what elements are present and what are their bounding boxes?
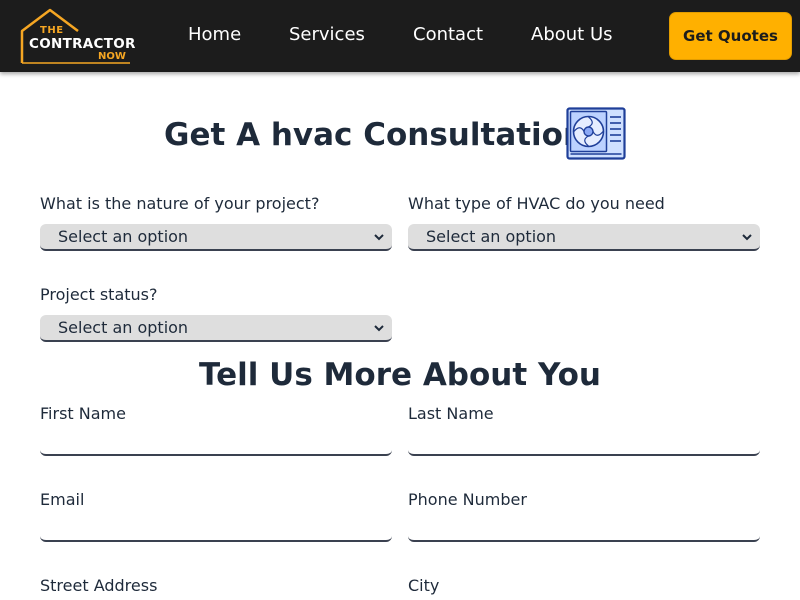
email-label: Email [40, 490, 85, 509]
nav-link-about-us[interactable]: About Us [531, 24, 613, 46]
nav-link-home[interactable]: Home [188, 24, 241, 46]
email-input[interactable] [40, 512, 392, 542]
phone-number-label: Phone Number [408, 490, 527, 509]
city-label: City [408, 576, 440, 595]
project-nature-label: What is the nature of your project? [40, 194, 320, 213]
street-address-label: Street Address [40, 576, 158, 595]
logo-text-the: THE [40, 25, 64, 36]
project-nature-select-wrapper: Select an option [40, 224, 392, 251]
hvac-type-select[interactable]: Select an option [408, 224, 760, 251]
hvac-type-select-wrapper: Select an option [408, 224, 760, 251]
nav-link-contact[interactable]: Contact [413, 24, 483, 46]
project-status-select[interactable]: Select an option [40, 315, 392, 342]
first-name-input[interactable] [40, 426, 392, 456]
contractor-now-logo[interactable]: THE CONTRACTOR NOW [18, 7, 136, 65]
project-status-select-wrapper: Select an option [40, 315, 392, 342]
phone-number-input[interactable] [408, 512, 760, 542]
hvac-unit-icon [566, 107, 626, 160]
first-name-label: First Name [40, 404, 126, 423]
consultation-title: Get A hvac Consultation! [164, 117, 600, 153]
nav-link-services[interactable]: Services [289, 24, 365, 46]
get-quotes-button[interactable]: Get Quotes [669, 12, 792, 60]
top-navbar: THE CONTRACTOR NOW Home Services Contact… [0, 0, 800, 72]
about-you-title: Tell Us More About You [199, 357, 601, 393]
logo-text-now: NOW [98, 51, 126, 62]
project-nature-select[interactable]: Select an option [40, 224, 392, 251]
hvac-type-label: What type of HVAC do you need [408, 194, 665, 213]
logo-text-contractor: CONTRACTOR [29, 36, 136, 52]
project-status-label: Project status? [40, 285, 158, 304]
last-name-label: Last Name [408, 404, 494, 423]
last-name-input[interactable] [408, 426, 760, 456]
